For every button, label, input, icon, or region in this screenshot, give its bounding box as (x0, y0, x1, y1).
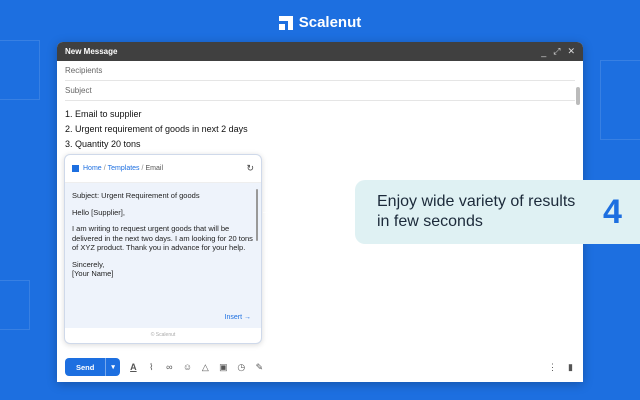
result-subject: Subject: Urgent Requirement of goods (72, 191, 200, 200)
close-icon[interactable]: ✕ (567, 46, 575, 57)
drive-icon[interactable]: △ (201, 362, 210, 373)
breadcrumb: Home / Templates / Email ↻ (65, 155, 261, 183)
brand-name: Scalenut (298, 14, 362, 31)
scalenut-popup: Home / Templates / Email ↻ Subject: Urge… (64, 154, 262, 344)
result-greeting: Hello [Supplier], (72, 207, 125, 217)
image-icon[interactable]: ▣ (219, 362, 228, 373)
signature-pen-icon[interactable]: ✎ (255, 362, 264, 373)
step-number: 4 (585, 180, 640, 244)
send-button-group: Send ▾ (65, 358, 120, 376)
result-scrollbar[interactable] (256, 189, 258, 241)
feature-callout: Enjoy wide variety of results in few sec… (355, 180, 585, 244)
composer-title: New Message (65, 47, 118, 56)
breadcrumb-templates[interactable]: Templates (108, 165, 140, 172)
recipients-field[interactable]: Recipients (65, 61, 575, 81)
subject-placeholder: Subject (65, 86, 92, 95)
link-icon[interactable]: ∞ (165, 362, 174, 372)
message-body[interactable]: 1. Email to supplier 2. Urgent requireme… (57, 101, 583, 152)
scalenut-mini-logo-icon (72, 165, 79, 172)
background-decoration (600, 60, 640, 140)
background-decoration (0, 40, 40, 100)
send-button[interactable]: Send (65, 358, 105, 376)
composer-titlebar: New Message _ ⤢ ✕ (57, 42, 583, 61)
trash-icon[interactable]: ▮ (566, 362, 575, 373)
body-line: 2. Urgent requirement of goods in next 2… (65, 124, 248, 134)
lock-clock-icon[interactable]: ◷ (237, 362, 246, 373)
insert-button[interactable]: Insert → (225, 313, 251, 323)
attach-icon[interactable]: ⌇ (147, 362, 156, 373)
generated-email-result: Subject: Urgent Requirement of goods Hel… (65, 183, 261, 328)
body-line: 3. Quantity 20 tons (65, 139, 141, 149)
expand-icon[interactable]: ⤢ (553, 46, 560, 57)
breadcrumb-separator: / (141, 165, 144, 172)
callout-text: Enjoy wide variety of results in few sec… (377, 193, 576, 230)
minimize-icon[interactable]: _ (541, 47, 546, 57)
send-options-chevron-icon[interactable]: ▾ (105, 358, 120, 376)
breadcrumb-home[interactable]: Home (83, 165, 102, 172)
brand-header: Scalenut (0, 14, 640, 31)
body-line: 1. Email to supplier (65, 109, 142, 119)
result-paragraph: I am writing to request urgent goods tha… (72, 224, 253, 252)
breadcrumb-separator: / (103, 165, 106, 172)
popup-footer: © Scalenut (150, 332, 176, 338)
emoji-icon[interactable]: ☺ (183, 362, 192, 372)
result-signature: [Your Name] (72, 269, 114, 278)
body-scrollbar[interactable] (576, 87, 580, 105)
scalenut-logo-icon (278, 15, 293, 30)
result-closing: Sincerely, (72, 259, 105, 269)
background-decoration (0, 280, 30, 330)
text-format-icon[interactable]: A (129, 362, 138, 372)
composer-toolbar: Send ▾ A ⌇ ∞ ☺ △ ▣ ◷ ✎ ⋮ ▮ (57, 352, 583, 382)
breadcrumb-current: Email (145, 165, 164, 172)
callout-connector-line (263, 212, 355, 213)
subject-field[interactable]: Subject (65, 81, 575, 101)
more-options-icon[interactable]: ⋮ (548, 362, 557, 373)
recipients-placeholder: Recipients (65, 66, 103, 75)
refresh-icon[interactable]: ↻ (246, 163, 254, 174)
